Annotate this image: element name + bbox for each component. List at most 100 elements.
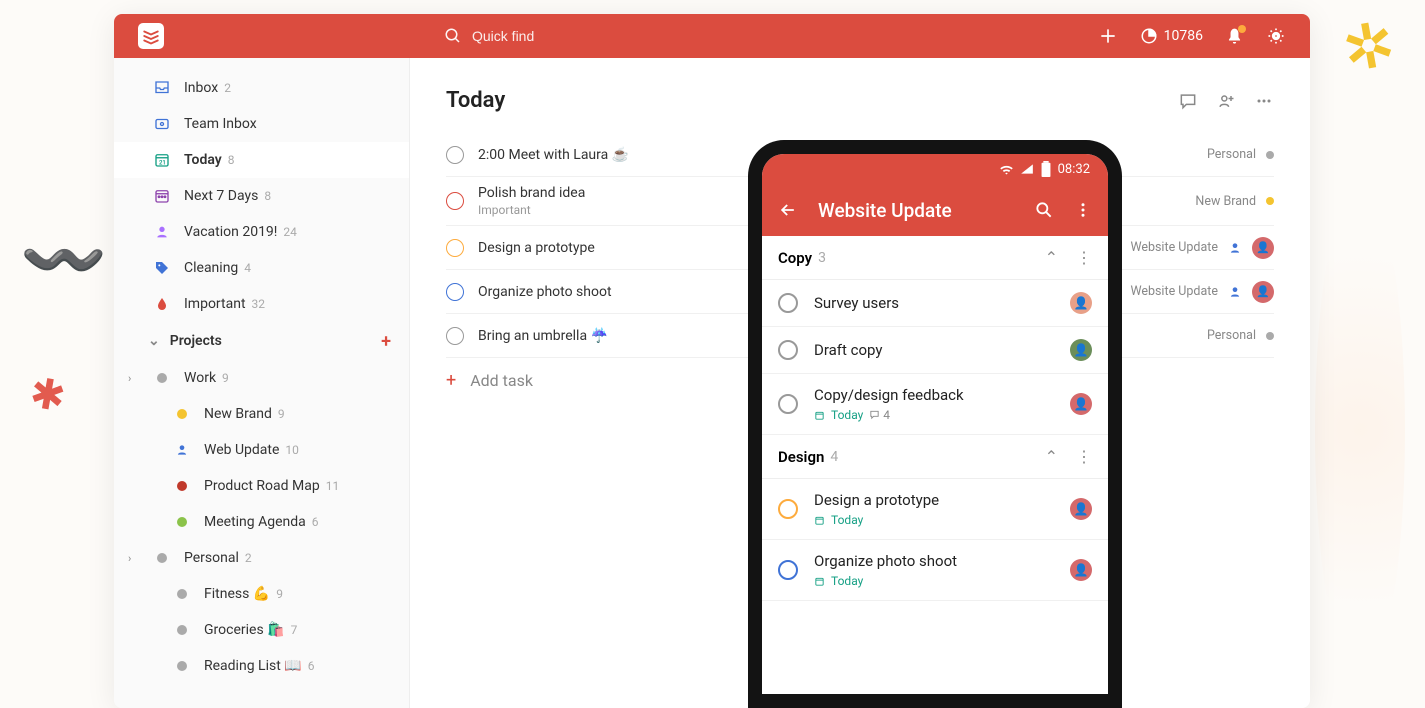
wifi-icon bbox=[999, 162, 1014, 177]
task-checkbox[interactable] bbox=[446, 192, 464, 210]
subproject-count: 7 bbox=[291, 623, 298, 637]
search-input[interactable] bbox=[472, 28, 672, 44]
task-checkbox[interactable] bbox=[446, 239, 464, 257]
main-header: Today bbox=[446, 88, 1274, 113]
sidebar-filter[interactable]: Important32 bbox=[114, 286, 409, 322]
next7-count: 8 bbox=[264, 189, 271, 203]
chevron-up-icon[interactable]: ⌃ bbox=[1045, 248, 1058, 267]
task-checkbox[interactable] bbox=[446, 146, 464, 164]
phone-task-checkbox[interactable] bbox=[778, 394, 798, 414]
projects-header[interactable]: ⌄ Projects + bbox=[114, 322, 409, 360]
section-more-icon[interactable]: ⋮ bbox=[1076, 447, 1092, 466]
add-project-icon[interactable]: + bbox=[381, 331, 391, 352]
phone-section-count: 3 bbox=[818, 250, 826, 266]
phone-task-checkbox[interactable] bbox=[778, 560, 798, 580]
sidebar-filter[interactable]: Vacation 2019!24 bbox=[114, 214, 409, 250]
phone-mockup: 08:32 Website Update Copy3⌃⋮Survey users… bbox=[748, 140, 1122, 708]
phone-section-header[interactable]: Design4⌃⋮ bbox=[762, 435, 1108, 479]
phone-assignee-avatar: 👤 bbox=[1070, 498, 1092, 520]
section-more-icon[interactable]: ⋮ bbox=[1076, 248, 1092, 267]
phone-task-checkbox[interactable] bbox=[778, 340, 798, 360]
back-arrow-icon[interactable] bbox=[778, 200, 798, 220]
sidebar-subproject[interactable]: Groceries 🛍️7 bbox=[114, 612, 409, 648]
subproject-dot-icon bbox=[172, 584, 192, 604]
phone-task-title: Copy/design feedback bbox=[814, 386, 1054, 404]
filter-count: 24 bbox=[283, 225, 297, 239]
subproject-count: 6 bbox=[312, 515, 319, 529]
chevron-up-icon[interactable]: ⌃ bbox=[1045, 447, 1058, 466]
phone-task-title: Design a prototype bbox=[814, 491, 1054, 509]
phone-task-checkbox[interactable] bbox=[778, 499, 798, 519]
top-right-icons: 10786 bbox=[1098, 26, 1286, 46]
sidebar-filter[interactable]: Cleaning4 bbox=[114, 250, 409, 286]
sidebar-team-inbox[interactable]: Team Inbox bbox=[114, 106, 409, 142]
chevron-right-icon: › bbox=[128, 372, 131, 385]
phone-assignee-avatar: 👤 bbox=[1070, 292, 1092, 314]
sidebar-project[interactable]: ›Work9 bbox=[114, 360, 409, 396]
task-checkbox[interactable] bbox=[446, 283, 464, 301]
sidebar-next7days[interactable]: Next 7 Days 8 bbox=[114, 178, 409, 214]
subproject-dot-icon bbox=[172, 512, 192, 532]
sidebar-project[interactable]: ›Personal2 bbox=[114, 540, 409, 576]
sidebar-subproject[interactable]: Fitness 💪9 bbox=[114, 576, 409, 612]
task-checkbox[interactable] bbox=[446, 327, 464, 345]
phone-task-date: Today bbox=[831, 513, 863, 527]
sidebar-subproject[interactable]: Reading List 📖6 bbox=[114, 648, 409, 684]
filter-label: Cleaning bbox=[184, 260, 238, 276]
subproject-dot-icon bbox=[172, 476, 192, 496]
sidebar-subproject[interactable]: New Brand9 bbox=[114, 396, 409, 432]
subproject-label: New Brand bbox=[204, 406, 272, 422]
person-icon bbox=[1228, 241, 1242, 255]
phone-task-row[interactable]: Organize photo shootToday👤 bbox=[762, 540, 1108, 601]
subproject-count: 10 bbox=[285, 443, 299, 457]
project-dot bbox=[1266, 197, 1274, 205]
project-label: Personal bbox=[184, 550, 239, 566]
sidebar-subproject[interactable]: Web Update10 bbox=[114, 432, 409, 468]
chevron-right-icon: › bbox=[128, 552, 131, 565]
app-window: 10786 Inbox 2 Team Inbox 21 bbox=[114, 14, 1310, 708]
sidebar-today[interactable]: 21 Today 8 bbox=[114, 142, 409, 178]
app-logo[interactable] bbox=[138, 23, 164, 49]
subproject-label: Meeting Agenda bbox=[204, 514, 306, 530]
decorative-swirl: 〰️ bbox=[20, 220, 107, 302]
notifications-button[interactable] bbox=[1225, 27, 1244, 46]
phone-section-title: Design bbox=[778, 448, 824, 466]
task-meta: New Brand bbox=[1195, 194, 1274, 209]
signal-icon bbox=[1020, 162, 1034, 176]
task-project-label: Personal bbox=[1207, 147, 1256, 162]
phone-task-row[interactable]: Design a prototype Today 👤 bbox=[762, 479, 1108, 540]
karma-count: 10786 bbox=[1164, 28, 1203, 44]
assignee-avatar: 👤 bbox=[1252, 237, 1274, 259]
phone-task-meta: Today 4 bbox=[814, 408, 1054, 422]
search-icon bbox=[444, 27, 462, 45]
sidebar-inbox[interactable]: Inbox 2 bbox=[114, 70, 409, 106]
more-icon[interactable] bbox=[1254, 91, 1274, 111]
phone-section-title: Copy bbox=[778, 249, 812, 267]
project-dot bbox=[1266, 332, 1274, 340]
phone-section-header[interactable]: Copy 3 ⌃ ⋮ bbox=[762, 236, 1108, 280]
sidebar: Inbox 2 Team Inbox 21 Today 8 Next 7 Day… bbox=[114, 58, 410, 708]
phone-search-icon[interactable] bbox=[1034, 200, 1054, 220]
subproject-dot-icon bbox=[172, 620, 192, 640]
phone-task-checkbox[interactable] bbox=[778, 293, 798, 313]
comment-icon[interactable] bbox=[1178, 91, 1198, 111]
settings-button[interactable] bbox=[1266, 26, 1286, 46]
filter-icon bbox=[152, 294, 172, 314]
phone-task-row[interactable]: Draft copy👤 bbox=[762, 327, 1108, 374]
phone-task-title: Survey users bbox=[814, 294, 1054, 312]
calendar-icon bbox=[152, 186, 172, 206]
add-button[interactable] bbox=[1098, 26, 1118, 46]
phone-more-icon[interactable] bbox=[1074, 201, 1092, 219]
share-icon[interactable] bbox=[1216, 91, 1236, 111]
sidebar-subproject[interactable]: Product Road Map11 bbox=[114, 468, 409, 504]
subproject-label: Fitness 💪 bbox=[204, 586, 270, 602]
phone-task-row[interactable]: Survey users 👤 bbox=[762, 280, 1108, 327]
sidebar-subproject[interactable]: Meeting Agenda 6 bbox=[114, 504, 409, 540]
karma-indicator[interactable]: 10786 bbox=[1140, 27, 1203, 45]
battery-icon bbox=[1040, 161, 1052, 177]
today-label: Today bbox=[184, 152, 222, 168]
phone-task-row[interactable]: Copy/design feedbackToday 4👤 bbox=[762, 374, 1108, 435]
phone-task-date: Today bbox=[831, 408, 863, 422]
person-icon bbox=[1228, 285, 1242, 299]
phone-task-title: Draft copy bbox=[814, 341, 1054, 359]
